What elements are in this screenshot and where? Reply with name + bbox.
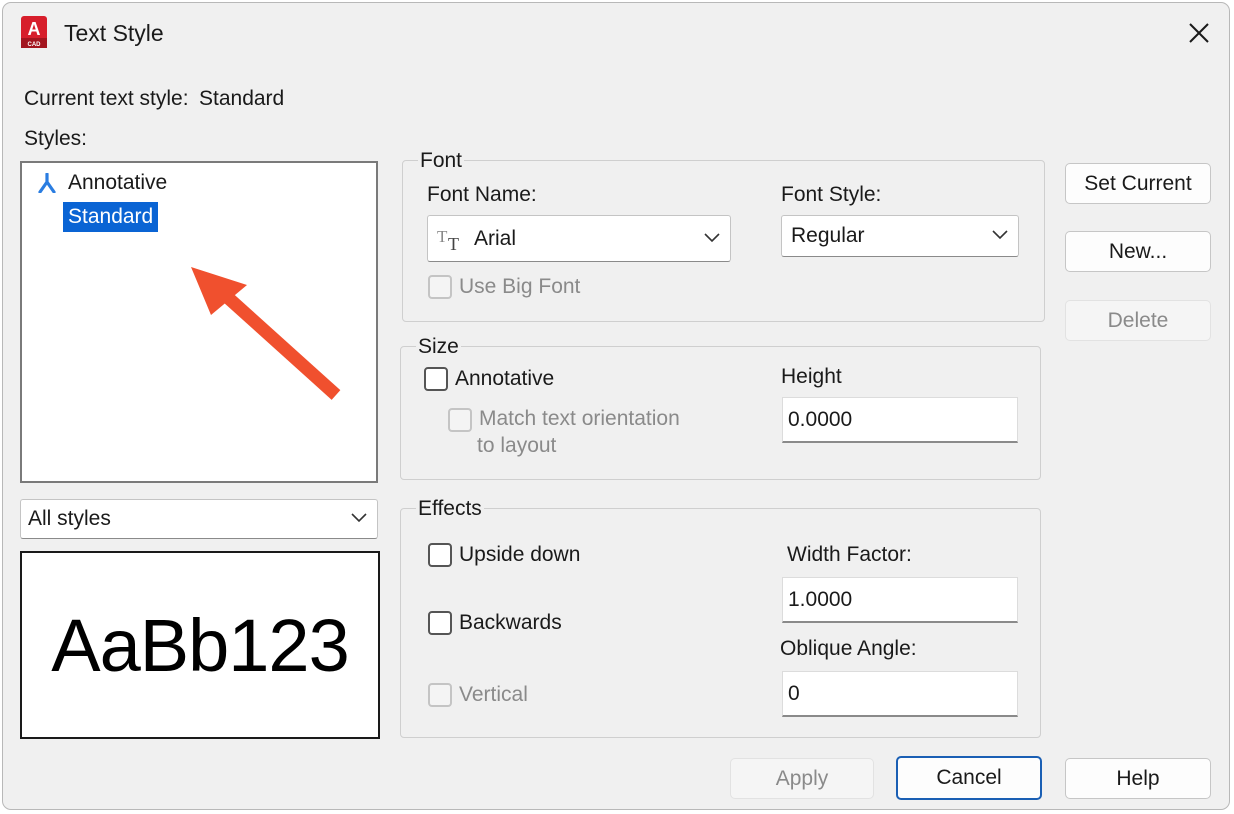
delete-button[interactable]: Delete: [1065, 300, 1211, 341]
svg-text:T: T: [448, 234, 459, 252]
close-button[interactable]: [1173, 11, 1225, 55]
chevron-down-icon: [351, 510, 367, 528]
vertical-checkbox[interactable]: [428, 683, 452, 707]
set-current-button[interactable]: Set Current: [1065, 163, 1211, 204]
current-style-value: Standard: [199, 87, 285, 110]
chevron-down-icon: [992, 227, 1008, 245]
truetype-font-icon: T T: [437, 226, 465, 257]
new-style-button[interactable]: New...: [1065, 231, 1211, 272]
font-group-title: Font: [418, 149, 465, 173]
window-title: Text Style: [64, 20, 164, 46]
upside-down-label: Upside down: [459, 543, 581, 566]
match-orientation-checkbox[interactable]: [448, 408, 472, 432]
match-orientation-label: Match text orientation: [479, 407, 680, 430]
annotative-icon: [38, 172, 56, 198]
effects-group-title: Effects: [416, 497, 484, 521]
match-orientation-label-line2: to layout: [477, 434, 557, 457]
width-factor-input[interactable]: 1.0000: [782, 577, 1018, 623]
upside-down-checkbox[interactable]: [428, 543, 452, 567]
current-style-label: Current text style:: [24, 87, 189, 110]
use-big-font-label: Use Big Font: [459, 275, 581, 298]
size-annotative-checkbox[interactable]: [424, 367, 448, 391]
oblique-angle-input[interactable]: 0: [782, 671, 1018, 717]
width-factor-value: 1.0000: [788, 587, 853, 611]
width-factor-label: Width Factor:: [787, 543, 912, 566]
height-value: 0.0000: [788, 407, 853, 431]
styles-list[interactable]: Annotative Standard: [20, 161, 378, 483]
text-style-dialog: A CAD Text Style Current text style: Sta…: [2, 2, 1230, 810]
size-annotative-label: Annotative: [455, 367, 555, 390]
apply-button[interactable]: Apply: [730, 758, 874, 799]
use-big-font-checkbox[interactable]: [428, 275, 452, 299]
font-name-dropdown[interactable]: T T Arial: [427, 215, 731, 262]
height-label: Height: [781, 365, 842, 388]
vertical-label: Vertical: [459, 683, 528, 706]
svg-text:CAD: CAD: [28, 42, 42, 48]
font-name-label: Font Name:: [427, 183, 537, 206]
font-name-value: Arial: [474, 226, 517, 250]
backwards-label: Backwards: [459, 611, 562, 634]
oblique-angle-label: Oblique Angle:: [780, 637, 917, 660]
chevron-down-icon: [704, 230, 720, 248]
help-button[interactable]: Help: [1065, 758, 1211, 799]
title-bar: A CAD Text Style: [3, 3, 1229, 63]
svg-text:A: A: [28, 19, 41, 39]
font-style-value: Regular: [791, 224, 865, 247]
styles-label: Styles:: [24, 127, 88, 150]
style-item-annotative[interactable]: Annotative: [68, 171, 167, 195]
close-icon: [1189, 23, 1209, 43]
backwards-checkbox[interactable]: [428, 611, 452, 635]
preview-text: AaBb123: [51, 603, 349, 687]
oblique-angle-value: 0: [788, 681, 800, 705]
autocad-icon: A CAD: [21, 16, 47, 48]
size-group-title: Size: [416, 335, 461, 359]
styles-filter-dropdown[interactable]: All styles: [20, 499, 378, 539]
style-preview: AaBb123: [20, 551, 380, 739]
font-style-dropdown[interactable]: Regular: [781, 215, 1019, 257]
svg-text:T: T: [437, 227, 448, 246]
height-input[interactable]: 0.0000: [782, 397, 1018, 443]
cancel-button[interactable]: Cancel: [896, 756, 1042, 800]
styles-filter-value: All styles: [28, 507, 111, 530]
font-style-label: Font Style:: [781, 183, 882, 206]
style-item-standard[interactable]: Standard: [63, 202, 159, 232]
